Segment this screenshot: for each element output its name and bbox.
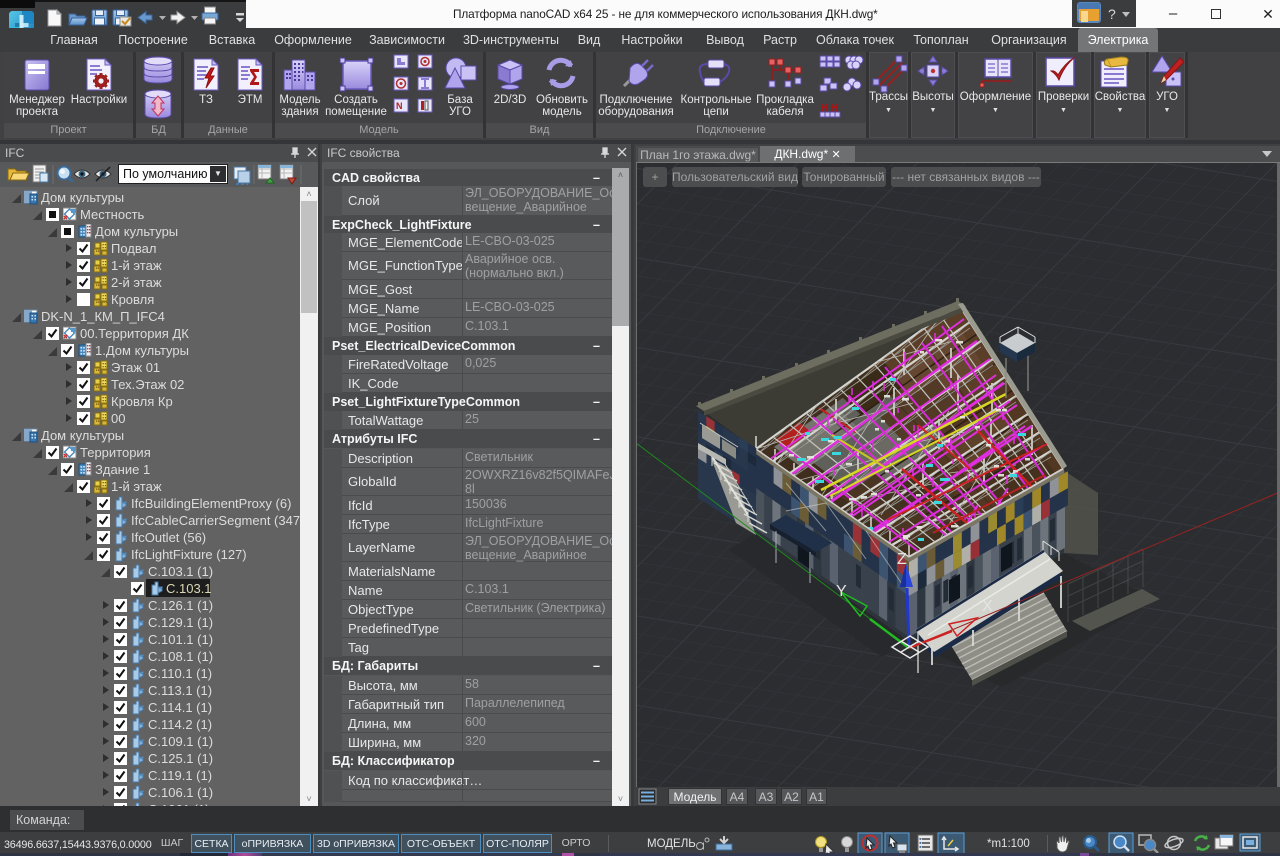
svg-text:Y: Y: [836, 583, 847, 600]
svg-text:?: ?: [1108, 6, 1116, 22]
svg-text:N: N: [396, 101, 403, 111]
svg-text:Z: Z: [897, 551, 907, 568]
svg-text:X: X: [982, 598, 993, 615]
